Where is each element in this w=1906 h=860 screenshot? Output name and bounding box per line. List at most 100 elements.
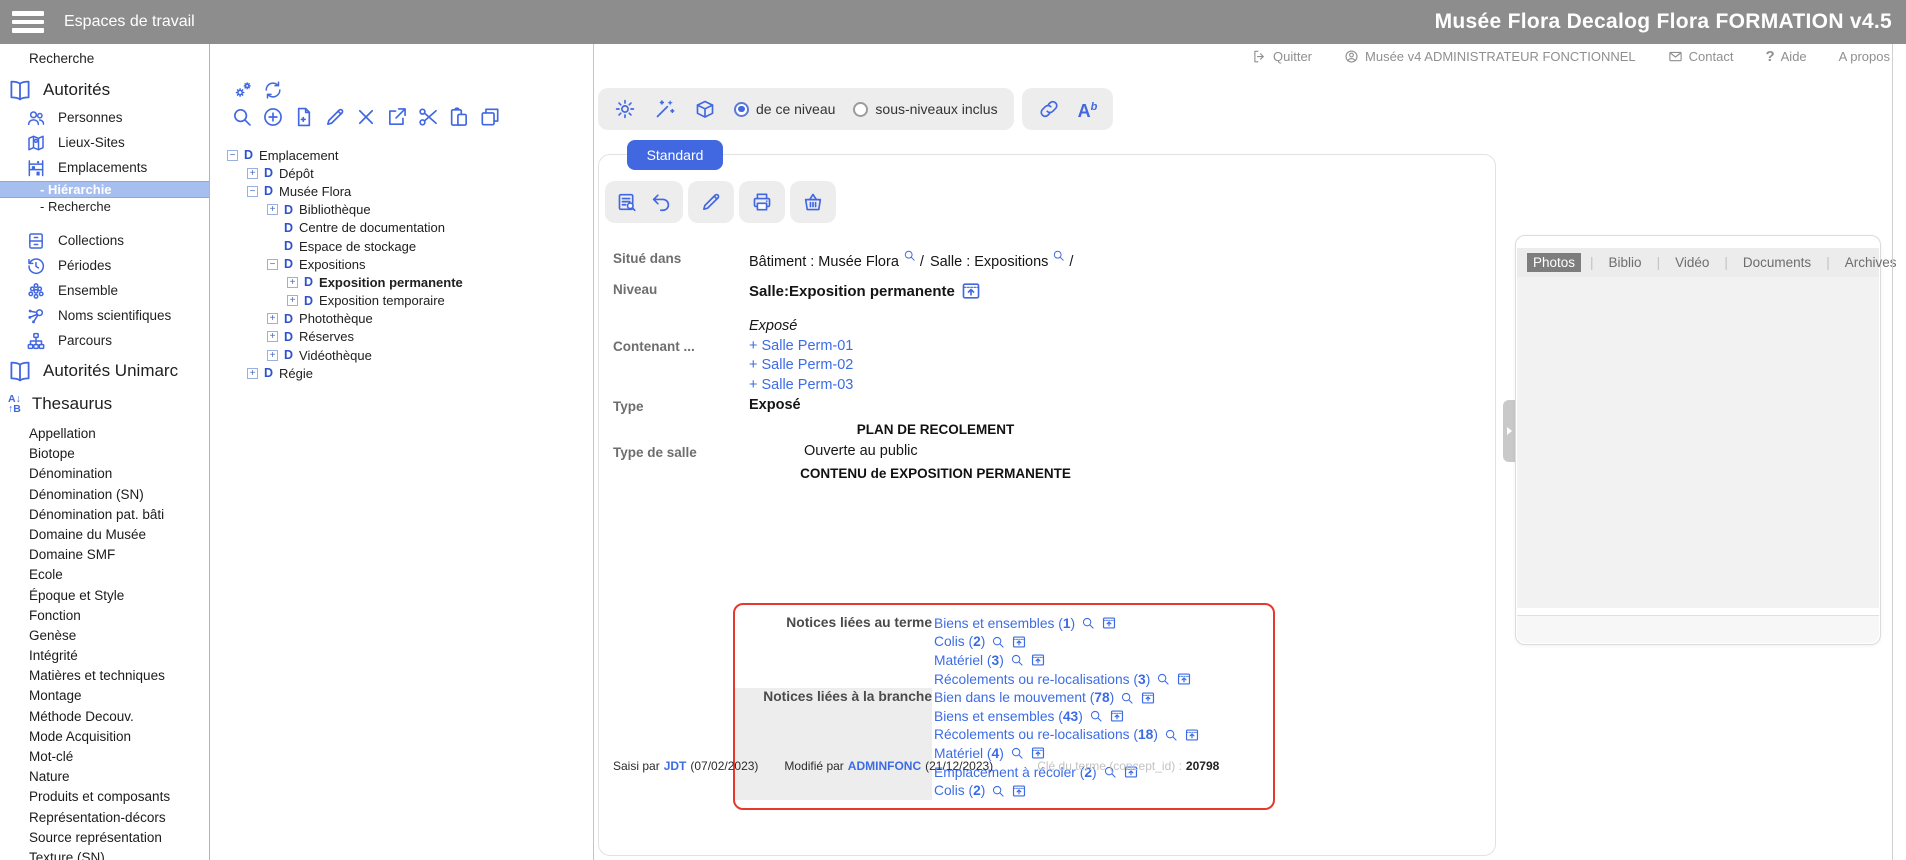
link-icon[interactable] bbox=[1038, 98, 1060, 120]
tree-node-depot[interactable]: + D Dépôt bbox=[223, 164, 587, 182]
expand-toggle-icon[interactable]: + bbox=[267, 331, 278, 342]
paste-icon[interactable] bbox=[448, 106, 470, 128]
open-list-icon[interactable] bbox=[1101, 615, 1117, 631]
pencil-icon[interactable] bbox=[324, 106, 346, 128]
notice-link[interactable]: Matériel (3) bbox=[934, 653, 1004, 668]
thesaurus-item-source-representation[interactable]: Source représentation bbox=[0, 828, 209, 848]
notice-link[interactable]: Bien dans le mouvement (78) bbox=[934, 690, 1114, 705]
x-icon[interactable] bbox=[355, 106, 377, 128]
tree-node-regie[interactable]: + D Régie bbox=[223, 364, 587, 382]
tree-node-emplacement[interactable]: − D Emplacement bbox=[223, 146, 587, 164]
expand-toggle-icon[interactable]: + bbox=[267, 313, 278, 324]
tree-node-centre-de-documentation[interactable]: D Centre de documentation bbox=[223, 219, 587, 237]
tree-node-videotheque[interactable]: + D Vidéothèque bbox=[223, 346, 587, 364]
thesaurus-item-methode-decouv[interactable]: Méthode Decouv. bbox=[0, 707, 209, 727]
sidebar-subitem-recherche[interactable]: - Recherche bbox=[0, 199, 209, 216]
ab-icon[interactable]: Ab bbox=[1078, 98, 1098, 120]
thesaurus-item-produits-et-composants[interactable]: Produits et composants bbox=[0, 787, 209, 807]
help-link[interactable]: ? Aide bbox=[1765, 48, 1806, 65]
radio-sous-niveaux[interactable]: sous-niveaux inclus bbox=[853, 101, 997, 117]
tree-node-exposition-permanente[interactable]: + D Exposition permanente bbox=[223, 273, 587, 291]
open-list-icon[interactable] bbox=[1011, 634, 1027, 650]
open-list-icon[interactable] bbox=[1176, 671, 1192, 687]
open-level-icon[interactable] bbox=[960, 280, 982, 302]
notice-link[interactable]: Colis (2) bbox=[934, 783, 985, 798]
search-icon[interactable] bbox=[1010, 653, 1024, 667]
expand-toggle-icon[interactable]: + bbox=[287, 295, 298, 306]
media-tab-video[interactable]: Vidéo bbox=[1669, 253, 1715, 272]
action-button-basket[interactable] bbox=[790, 181, 836, 223]
hamburger-menu-icon[interactable] bbox=[12, 11, 44, 33]
expand-toggle-icon[interactable]: + bbox=[247, 168, 258, 179]
thesaurus-item-nature[interactable]: Nature bbox=[0, 767, 209, 787]
thesaurus-item-montage[interactable]: Montage bbox=[0, 686, 209, 706]
sidebar-item-parcours[interactable]: Parcours bbox=[0, 328, 209, 353]
sidebar-item-ensemble[interactable]: Ensemble bbox=[0, 278, 209, 303]
contact-link[interactable]: Contact bbox=[1668, 49, 1734, 64]
copy-icon[interactable] bbox=[479, 106, 501, 128]
tree-node-musee-flora[interactable]: − D Musée Flora bbox=[223, 182, 587, 200]
radio-de-ce-niveau[interactable]: de ce niveau bbox=[734, 101, 835, 117]
thesaurus-item-biotope[interactable]: Biotope bbox=[0, 444, 209, 464]
sidebar-section-autorites[interactable]: Autorités bbox=[0, 75, 209, 105]
search-icon[interactable] bbox=[1081, 616, 1095, 630]
media-tab-biblio[interactable]: Biblio bbox=[1603, 253, 1648, 272]
gear-icon[interactable] bbox=[614, 98, 636, 120]
tree-node-reserves[interactable]: + D Réserves bbox=[223, 328, 587, 346]
package-icon[interactable] bbox=[694, 98, 716, 120]
search-icon[interactable] bbox=[1052, 249, 1065, 262]
sidebar-section-autorites-unimarc[interactable]: Autorités Unimarc bbox=[0, 356, 209, 386]
action-button-pencil[interactable] bbox=[688, 181, 734, 223]
scissors-icon[interactable] bbox=[417, 106, 439, 128]
sidebar-item-periodes[interactable]: Périodes bbox=[0, 253, 209, 278]
expand-toggle-icon[interactable]: − bbox=[227, 150, 238, 161]
expand-toggle-icon[interactable]: − bbox=[267, 259, 278, 270]
thesaurus-item-mode-acquisition[interactable]: Mode Acquisition bbox=[0, 727, 209, 747]
thesaurus-item-texture-sn[interactable]: Texture (SN) bbox=[0, 848, 209, 860]
thesaurus-item-mot-cle[interactable]: Mot-clé bbox=[0, 747, 209, 767]
thesaurus-item-representation-decors[interactable]: Représentation-décors bbox=[0, 808, 209, 828]
tree-node-espace-de-stockage[interactable]: D Espace de stockage bbox=[223, 237, 587, 255]
contenant-link-salle-perm-03[interactable]: + Salle Perm-03 bbox=[749, 376, 853, 395]
thesaurus-item-integrite[interactable]: Intégrité bbox=[0, 646, 209, 666]
search-icon[interactable] bbox=[903, 249, 916, 262]
thesaurus-item-denomination-pat-bati[interactable]: Dénomination pat. bâti bbox=[0, 505, 209, 525]
search-icon[interactable] bbox=[1156, 672, 1170, 686]
thesaurus-item-epoque-et-style[interactable]: Époque et Style bbox=[0, 586, 209, 606]
contenant-link-salle-perm-01[interactable]: + Salle Perm-01 bbox=[749, 337, 853, 356]
action-button-list-search-undo[interactable] bbox=[605, 181, 683, 223]
search-icon[interactable] bbox=[1164, 728, 1178, 742]
thesaurus-item-domaine-smf[interactable]: Domaine SMF bbox=[0, 545, 209, 565]
search-icon[interactable] bbox=[1120, 691, 1134, 705]
saisi-user-link[interactable]: JDT bbox=[664, 759, 687, 773]
action-button-printer[interactable] bbox=[739, 181, 785, 223]
sidebar-subitem-hierarchie[interactable]: - Hiérarchie bbox=[0, 181, 209, 198]
tree-node-bibliotheque[interactable]: + D Bibliothèque bbox=[223, 201, 587, 219]
thesaurus-item-appellation[interactable]: Appellation bbox=[0, 424, 209, 444]
open-list-icon[interactable] bbox=[1011, 783, 1027, 799]
tree-node-phototheque[interactable]: + D Photothèque bbox=[223, 310, 587, 328]
thesaurus-item-domaine-du-musee[interactable]: Domaine du Musée bbox=[0, 525, 209, 545]
search-icon[interactable] bbox=[1089, 709, 1103, 723]
thesaurus-item-denomination-sn[interactable]: Dénomination (SN) bbox=[0, 485, 209, 505]
gears-icon[interactable] bbox=[233, 80, 253, 100]
about-link[interactable]: A propos bbox=[1839, 49, 1890, 64]
sidebar-item-personnes[interactable]: Personnes bbox=[0, 105, 209, 130]
notice-link[interactable]: Biens et ensembles (1) bbox=[934, 616, 1075, 631]
tree-node-exposition-temporaire[interactable]: + D Exposition temporaire bbox=[223, 292, 587, 310]
sidebar-item-recherche[interactable]: Recherche bbox=[29, 51, 209, 66]
sidebar-section-thesaurus[interactable]: A↓↑BThesaurus bbox=[0, 389, 209, 419]
expand-toggle-icon[interactable]: + bbox=[287, 277, 298, 288]
panel-collapse-handle[interactable] bbox=[1503, 400, 1515, 462]
sidebar-item-emplacements[interactable]: Emplacements bbox=[0, 155, 209, 180]
thesaurus-item-genese[interactable]: Genèse bbox=[0, 626, 209, 646]
expand-toggle-icon[interactable]: + bbox=[267, 350, 278, 361]
open-list-icon[interactable] bbox=[1184, 727, 1200, 743]
open-list-icon[interactable] bbox=[1109, 708, 1125, 724]
thesaurus-item-matieres-et-techniques[interactable]: Matières et techniques bbox=[0, 666, 209, 686]
notice-link[interactable]: Récolements ou re-localisations (3) bbox=[934, 672, 1150, 687]
expand-toggle-icon[interactable]: + bbox=[267, 204, 278, 215]
thesaurus-item-denomination[interactable]: Dénomination bbox=[0, 464, 209, 484]
wand-icon[interactable] bbox=[654, 98, 676, 120]
search-icon[interactable] bbox=[231, 106, 253, 128]
